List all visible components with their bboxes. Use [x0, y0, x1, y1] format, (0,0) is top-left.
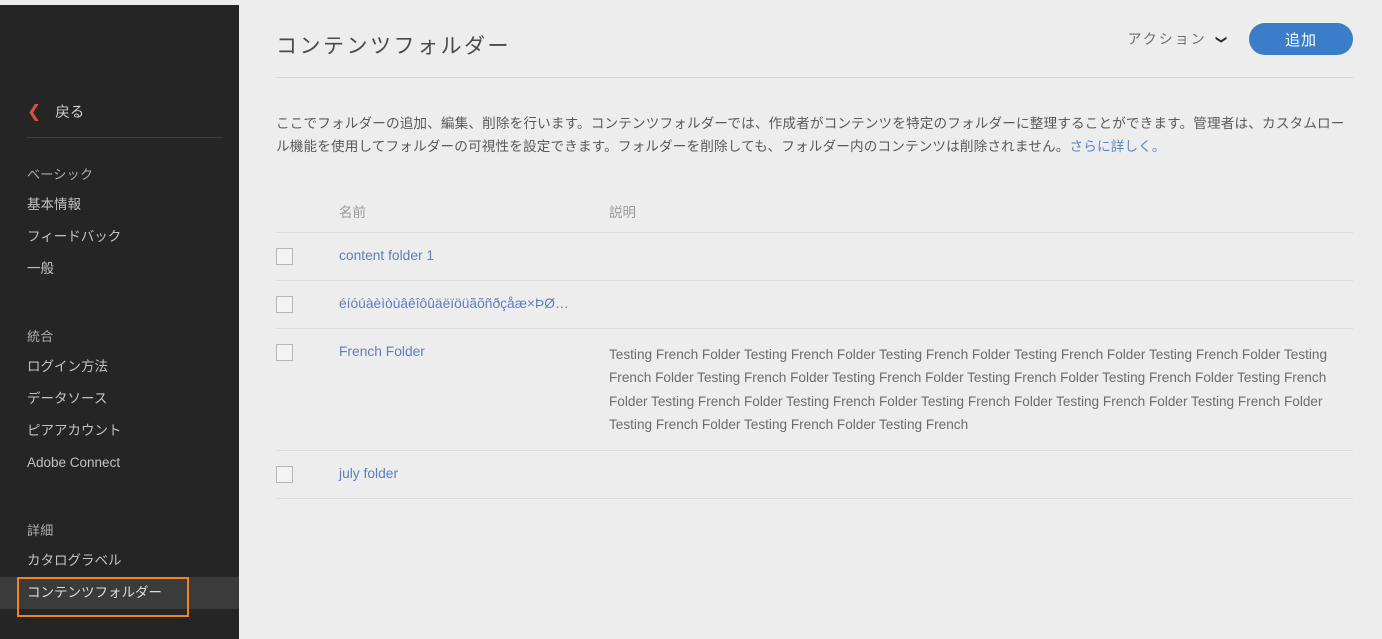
sidebar-item-content-folder[interactable]: コンテンツフォルダー	[0, 576, 239, 617]
sidebar-back-button[interactable]: ❮ 戻る	[0, 94, 239, 128]
sidebar-item-label: Adobe Connect	[27, 455, 121, 471]
sidebar-item-label: コンテンツフォルダー	[27, 584, 162, 600]
row-checkbox[interactable]	[276, 466, 293, 484]
sidebar-item-label: カタログラベル	[27, 552, 122, 568]
actions-dropdown[interactable]: アクション ❮	[1127, 29, 1227, 49]
table-header-row: 名前 説明	[276, 201, 1353, 232]
folder-name-link[interactable]: French Folder	[339, 343, 609, 361]
sidebar-back-label: 戻る	[55, 104, 85, 121]
folder-name-link[interactable]: july folder	[339, 465, 609, 483]
row-checkbox[interactable]	[276, 247, 293, 265]
sidebar-item-label: ピアアカウント	[27, 423, 122, 439]
row-checkbox-cell	[276, 343, 339, 361]
main-content: コンテンツフォルダー アクション ❮ 追加 ここでフォルダーの追加、編集、削除を…	[239, 5, 1382, 639]
row-checkbox-cell	[276, 295, 339, 313]
table-header-description: 説明	[609, 204, 636, 220]
sidebar-item-label: フィードバック	[27, 229, 122, 245]
sidebar-group-title-advanced: 詳細	[27, 522, 54, 538]
table-row: éíóúàèìòùâêîôûäëïöüãõñðçåæ×ÞØ…	[276, 281, 1353, 328]
page-title: コンテンツフォルダー	[276, 35, 511, 58]
sidebar-divider	[27, 137, 223, 138]
sidebar: ❮ 戻る ベーシック 基本情報 フィードバック 一般 統合 ログイン方法 データ…	[0, 5, 239, 639]
folders-table: 名前 説明 content folder 1 éíóúàèìòùâêîôûäëï…	[239, 201, 1382, 500]
sidebar-item-feedback[interactable]: フィードバック	[0, 221, 239, 253]
sidebar-item-adobe-connect[interactable]: Adobe Connect	[0, 447, 239, 479]
sidebar-item-label: ログイン方法	[27, 358, 108, 374]
header-actions: アクション ❮ 追加	[1127, 23, 1353, 55]
learn-more-link[interactable]: さらに詳しく。	[1069, 139, 1165, 154]
sidebar-group-advanced: 詳細 カタログラベル コンテンツフォルダー	[0, 514, 239, 617]
add-button[interactable]: 追加	[1249, 23, 1353, 55]
sidebar-group-basic: ベーシック 基本情報 フィードバック 一般	[0, 158, 239, 286]
page-description: ここでフォルダーの追加、編集、削除を行います。コンテンツフォルダーでは、作成者が…	[276, 112, 1353, 159]
header-divider	[276, 77, 1353, 78]
table-row-divider	[276, 498, 1353, 500]
folder-description: Testing French Folder Testing French Fol…	[609, 346, 1328, 432]
table-header-name: 名前	[339, 204, 366, 220]
app-root: ❮ 戻る ベーシック 基本情報 フィードバック 一般 統合 ログイン方法 データ…	[0, 0, 1382, 639]
folder-name-link[interactable]: content folder 1	[339, 247, 609, 265]
sidebar-item-basic-info[interactable]: 基本情報	[0, 189, 239, 221]
sidebar-group-title-basic: ベーシック	[27, 167, 94, 182]
row-checkbox-cell	[276, 465, 339, 484]
sidebar-item-label: 一般	[27, 261, 54, 277]
sidebar-item-label: 基本情報	[27, 197, 81, 212]
chevron-left-icon: ❮	[27, 101, 42, 121]
sidebar-item-data-source[interactable]: データソース	[0, 383, 239, 415]
sidebar-item-general[interactable]: 一般	[0, 253, 239, 285]
page-description-text: ここでフォルダーの追加、編集、削除を行います。コンテンツフォルダーでは、作成者が…	[276, 116, 1345, 155]
table-row: French Folder Testing French Folder Test…	[276, 329, 1353, 451]
row-checkbox-cell	[276, 247, 339, 265]
sidebar-item-label: データソース	[27, 390, 108, 406]
table-row: july folder	[276, 451, 1353, 498]
table-row: content folder 1	[276, 233, 1353, 280]
chevron-down-icon: ❮	[1214, 34, 1227, 44]
page-header: コンテンツフォルダー アクション ❮ 追加	[239, 5, 1382, 79]
actions-dropdown-label: アクション	[1127, 31, 1207, 47]
row-checkbox[interactable]	[276, 295, 293, 313]
sidebar-item-catalog-label[interactable]: カタログラベル	[0, 545, 239, 577]
sidebar-group-title-integration: 統合	[27, 328, 54, 344]
folder-name-link[interactable]: éíóúàèìòùâêîôûäëïöüãõñðçåæ×ÞØ…	[339, 295, 609, 313]
sidebar-item-peer-account[interactable]: ピアアカウント	[0, 415, 239, 447]
sidebar-item-login-method[interactable]: ログイン方法	[0, 351, 239, 383]
sidebar-group-integration: 統合 ログイン方法 データソース ピアアカウント Adobe Connect	[0, 320, 239, 480]
table-header-checkbox-col	[276, 201, 339, 221]
row-checkbox[interactable]	[276, 343, 293, 361]
